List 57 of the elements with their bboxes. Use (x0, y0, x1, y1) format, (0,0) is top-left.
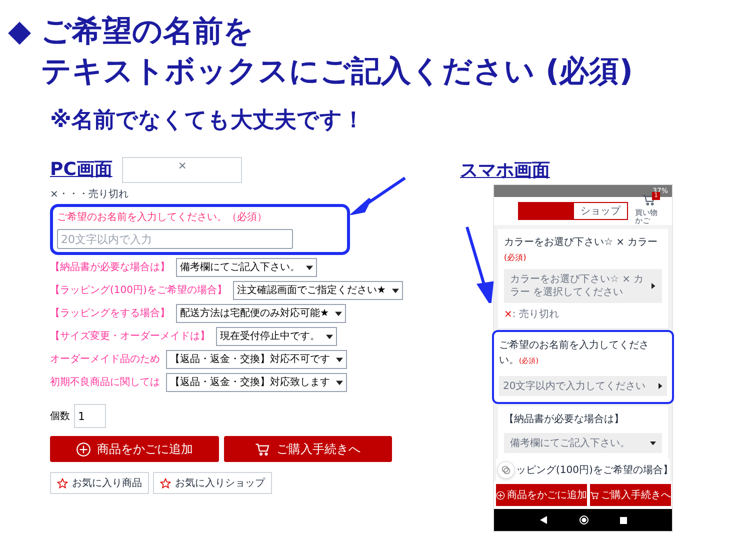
option-label: 【サイズ変更・オーダーメイドは】 (50, 330, 210, 344)
caret-icon (326, 333, 333, 340)
option-dropdown[interactable]: 注文確認画面でご指定ください★ (232, 281, 403, 300)
plus-circle-icon (76, 442, 91, 456)
heading-line: テキストボックスにご記入ください (必須) (41, 53, 633, 91)
pc-screen-label: PC画面 (50, 158, 112, 182)
caret-icon (336, 379, 343, 386)
recent-apps-icon[interactable] (620, 516, 626, 524)
option-label: オーダーメイド品のため (50, 353, 160, 367)
shop-tab[interactable]: ショップ (573, 202, 628, 220)
cart-action-button[interactable]: 商品をかごに追加 (496, 484, 587, 506)
cart-icon (590, 490, 599, 500)
favorite-button[interactable]: お気に入りショップ (153, 472, 272, 494)
caret-icon (392, 287, 399, 294)
option-dropdown[interactable]: 備考欄にてご記入下さい。 (176, 258, 317, 277)
section-title: カラーをお選び下さい☆ × カラー (必須) (504, 236, 659, 264)
star-icon (160, 478, 171, 488)
option-dropdown[interactable]: 【返品・返金・交換】対応不可です (166, 350, 347, 369)
caret-icon (650, 283, 656, 289)
option-label: 【納品書が必要な場合は】 (50, 260, 170, 275)
cart-action-button[interactable]: ご購入手続きへ (590, 484, 671, 506)
phone-screen-label: スマホ画面 (460, 159, 550, 183)
option-label: 【ラッピングをする場合】 (50, 306, 170, 321)
caret-icon (306, 264, 313, 271)
caret-icon (657, 383, 663, 389)
cart-action-button[interactable]: 商品をかごに追加 (50, 436, 218, 462)
name-field-label: ご希望のお名前を入力してください。（必須） (57, 210, 267, 225)
quantity-label: 個数 (50, 410, 70, 424)
name-input-field[interactable]: 20文字以内で入力 (57, 229, 293, 249)
name-input-field[interactable]: 20文字以内で入力してください (499, 376, 667, 396)
caret-icon (336, 356, 343, 363)
cart-action-button[interactable]: ご購入手続きへ (224, 436, 392, 462)
section-title: 【納品書が必要な場合は】 (504, 412, 624, 427)
home-icon[interactable] (578, 515, 588, 525)
option-dropdown[interactable]: 現在受付停止中です。 (216, 327, 337, 346)
heading-line: ご希望の名前を (41, 13, 256, 51)
option-label: 【ラッピング(100円)をご希望の場合】 (50, 284, 227, 298)
caret-icon (334, 310, 342, 317)
quantity-field[interactable]: 1 (74, 404, 106, 428)
caret-icon (650, 440, 656, 446)
section-title: ッピング(100円)をご希望の場合】 (516, 464, 673, 478)
sold-out-note: ×: 売り切れ (504, 308, 559, 322)
favorite-button[interactable]: お気に入り商品 (50, 472, 149, 494)
color-dropdown[interactable]: カラーをお選び下さい☆ × カラー を選択してください (504, 269, 662, 303)
broken-image: × (122, 157, 242, 183)
option-label: 初期不良商品に関しては (50, 376, 160, 390)
option-dropdown[interactable]: 配送方法は宅配便のみ対応可能★ (176, 304, 346, 323)
option-dropdown[interactable]: 【返品・返金・交換】対応致します (166, 373, 347, 392)
cart-icon (255, 442, 270, 456)
star-icon (57, 478, 68, 488)
invoice-dropdown[interactable]: 備考欄にてご記入下さい。 (504, 433, 662, 453)
note-text: ※名前でなくても大丈夫です！ (50, 107, 364, 135)
sold-out-note: ×・・・売り切れ (50, 188, 128, 202)
diamond-marker: ◆ (8, 13, 32, 51)
chat-bubble-icon[interactable] (497, 461, 515, 479)
cart-icon (642, 194, 656, 206)
back-icon[interactable] (540, 516, 548, 524)
